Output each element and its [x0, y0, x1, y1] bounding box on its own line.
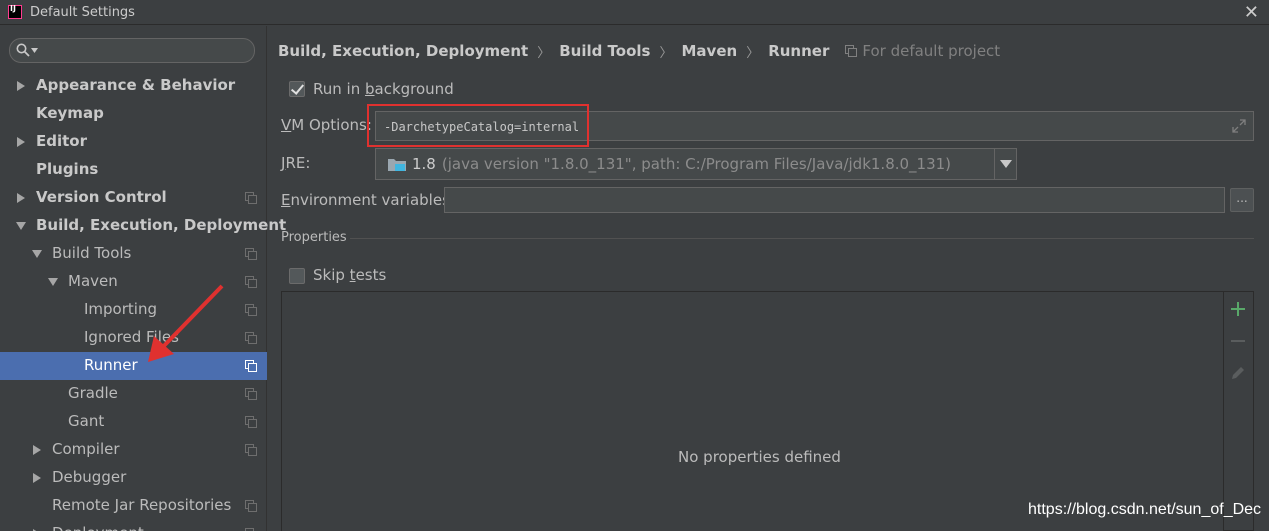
project-scope-icon — [245, 192, 257, 204]
project-scope-icon — [245, 500, 257, 512]
project-scope-icon — [245, 304, 257, 316]
sidebar-item-label: Build Tools — [52, 244, 132, 262]
sidebar-item-gant[interactable]: Gant — [0, 408, 267, 436]
sidebar-item-build-tools[interactable]: Build Tools — [0, 240, 267, 268]
breadcrumb-separator: 〉 — [659, 45, 673, 61]
expand-arrow-icon[interactable] — [33, 445, 41, 455]
close-icon[interactable]: ✕ — [1244, 2, 1259, 23]
jre-path: (java version "1.8.0_131", path: C:/Prog… — [441, 155, 952, 173]
jre-label: JRE: — [281, 154, 311, 172]
sidebar-item-editor[interactable]: Editor — [0, 128, 267, 156]
edit-pencil-icon[interactable] — [1229, 364, 1247, 382]
sidebar-item-deployment[interactable]: Deployment — [0, 520, 267, 531]
settings-search-input[interactable] — [9, 38, 255, 63]
scope-label: For default project — [862, 42, 1001, 60]
sidebar-item-plugins[interactable]: Plugins — [0, 156, 267, 184]
sidebar-item-label: Compiler — [52, 440, 120, 458]
scope-indicator: For default project — [845, 42, 1000, 60]
window-title: Default Settings — [30, 4, 135, 20]
skip-tests-label[interactable]: Skip tests — [313, 266, 386, 284]
sidebar-item-label: Maven — [68, 272, 118, 290]
add-icon[interactable] — [1229, 300, 1247, 318]
sidebar-item-compiler[interactable]: Compiler — [0, 436, 267, 464]
properties-list[interactable]: No properties defined — [282, 292, 1224, 531]
jdk-folder-icon — [388, 159, 406, 171]
annotation-arrow-icon — [148, 284, 224, 362]
sidebar-item-label: Build, Execution, Deployment — [36, 216, 287, 234]
collapse-arrow-icon[interactable] — [48, 278, 58, 286]
sidebar-item-remote-jar-repositories[interactable]: Remote Jar Repositories — [0, 492, 267, 520]
environment-variables-input[interactable] — [444, 187, 1225, 213]
intellij-app-icon — [8, 4, 22, 19]
empty-state-text: No properties defined — [678, 448, 841, 466]
sidebar-item-version-control[interactable]: Version Control — [0, 184, 267, 212]
run-in-background-label[interactable]: Run in background — [313, 80, 454, 98]
project-scope-icon — [245, 248, 257, 260]
project-scope-icon — [245, 276, 257, 288]
sidebar-item-debugger[interactable]: Debugger — [0, 464, 267, 492]
breadcrumb-runner: Runner — [768, 42, 830, 60]
sidebar-item-appearance-behavior[interactable]: Appearance & Behavior — [0, 72, 267, 100]
highlight-box — [367, 104, 589, 147]
breadcrumb-build-tools[interactable]: Build Tools — [559, 42, 650, 60]
section-divider — [350, 238, 1254, 239]
skip-tests-checkbox[interactable] — [289, 268, 305, 284]
remove-icon[interactable] — [1229, 332, 1247, 350]
properties-table[interactable]: No properties defined — [281, 291, 1254, 531]
sidebar-item-label: Appearance & Behavior — [36, 76, 236, 94]
project-scope-icon — [245, 388, 257, 400]
project-scope-icon — [245, 360, 257, 372]
sidebar-item-build-execution-deployment[interactable]: Build, Execution, Deployment — [0, 212, 286, 240]
sidebar-item-gradle[interactable]: Gradle — [0, 380, 267, 408]
environment-variables-label: Environment variables: — [281, 191, 455, 209]
expand-arrow-icon[interactable] — [17, 137, 25, 147]
jre-version: 1.8 — [412, 155, 436, 173]
browse-env-button[interactable]: ... — [1230, 188, 1254, 212]
vm-options-label: VM Options: — [281, 116, 372, 134]
run-in-background-checkbox[interactable] — [289, 81, 305, 97]
sidebar-item-label: Debugger — [52, 468, 127, 486]
search-icon — [16, 43, 30, 57]
sidebar-item-label: Keymap — [36, 104, 104, 122]
breadcrumb-maven[interactable]: Maven — [682, 42, 738, 60]
breadcrumb-separator: 〉 — [537, 45, 551, 61]
sidebar-item-label: Remote Jar Repositories — [52, 496, 232, 514]
sidebar-item-keymap[interactable]: Keymap — [0, 100, 267, 128]
sidebar-item-label: Runner — [84, 356, 138, 374]
sidebar-item-label: Deployment — [52, 524, 144, 531]
settings-sidebar: Appearance & Behavior Keymap Editor Plugins… — [0, 26, 286, 531]
expand-arrow-icon[interactable] — [33, 473, 41, 483]
sidebar-item-label: Gant — [68, 412, 105, 430]
expand-arrow-icon[interactable] — [17, 81, 25, 91]
project-scope-icon — [845, 45, 858, 57]
project-scope-icon — [245, 444, 257, 456]
sidebar-item-label: Plugins — [36, 160, 99, 178]
collapse-arrow-icon[interactable] — [16, 222, 26, 230]
jre-select[interactable]: 1.8 (java version "1.8.0_131", path: C:/… — [375, 148, 1017, 180]
title-bar: Default Settings ✕ — [0, 0, 1269, 25]
sidebar-item-label: Version Control — [36, 188, 167, 206]
watermark-text: https://blog.csdn.net/sun_of_Dec — [1028, 501, 1262, 518]
breadcrumb-separator: 〉 — [746, 45, 760, 61]
expand-arrow-icon[interactable] — [17, 193, 25, 203]
expand-icon[interactable] — [1231, 118, 1247, 134]
sidebar-item-label: Gradle — [68, 384, 118, 402]
dropdown-arrow-icon[interactable] — [994, 149, 1016, 179]
breadcrumb: Build, Execution, Deployment 〉 Build Too… — [278, 40, 1000, 62]
search-options-chevron-icon[interactable] — [31, 48, 38, 53]
project-scope-icon — [245, 416, 257, 428]
collapse-arrow-icon[interactable] — [32, 250, 42, 258]
breadcrumb-build-execution-deployment[interactable]: Build, Execution, Deployment — [278, 42, 528, 60]
properties-section-title: Properties — [281, 230, 347, 245]
project-scope-icon — [245, 332, 257, 344]
sidebar-item-label: Editor — [36, 132, 87, 150]
